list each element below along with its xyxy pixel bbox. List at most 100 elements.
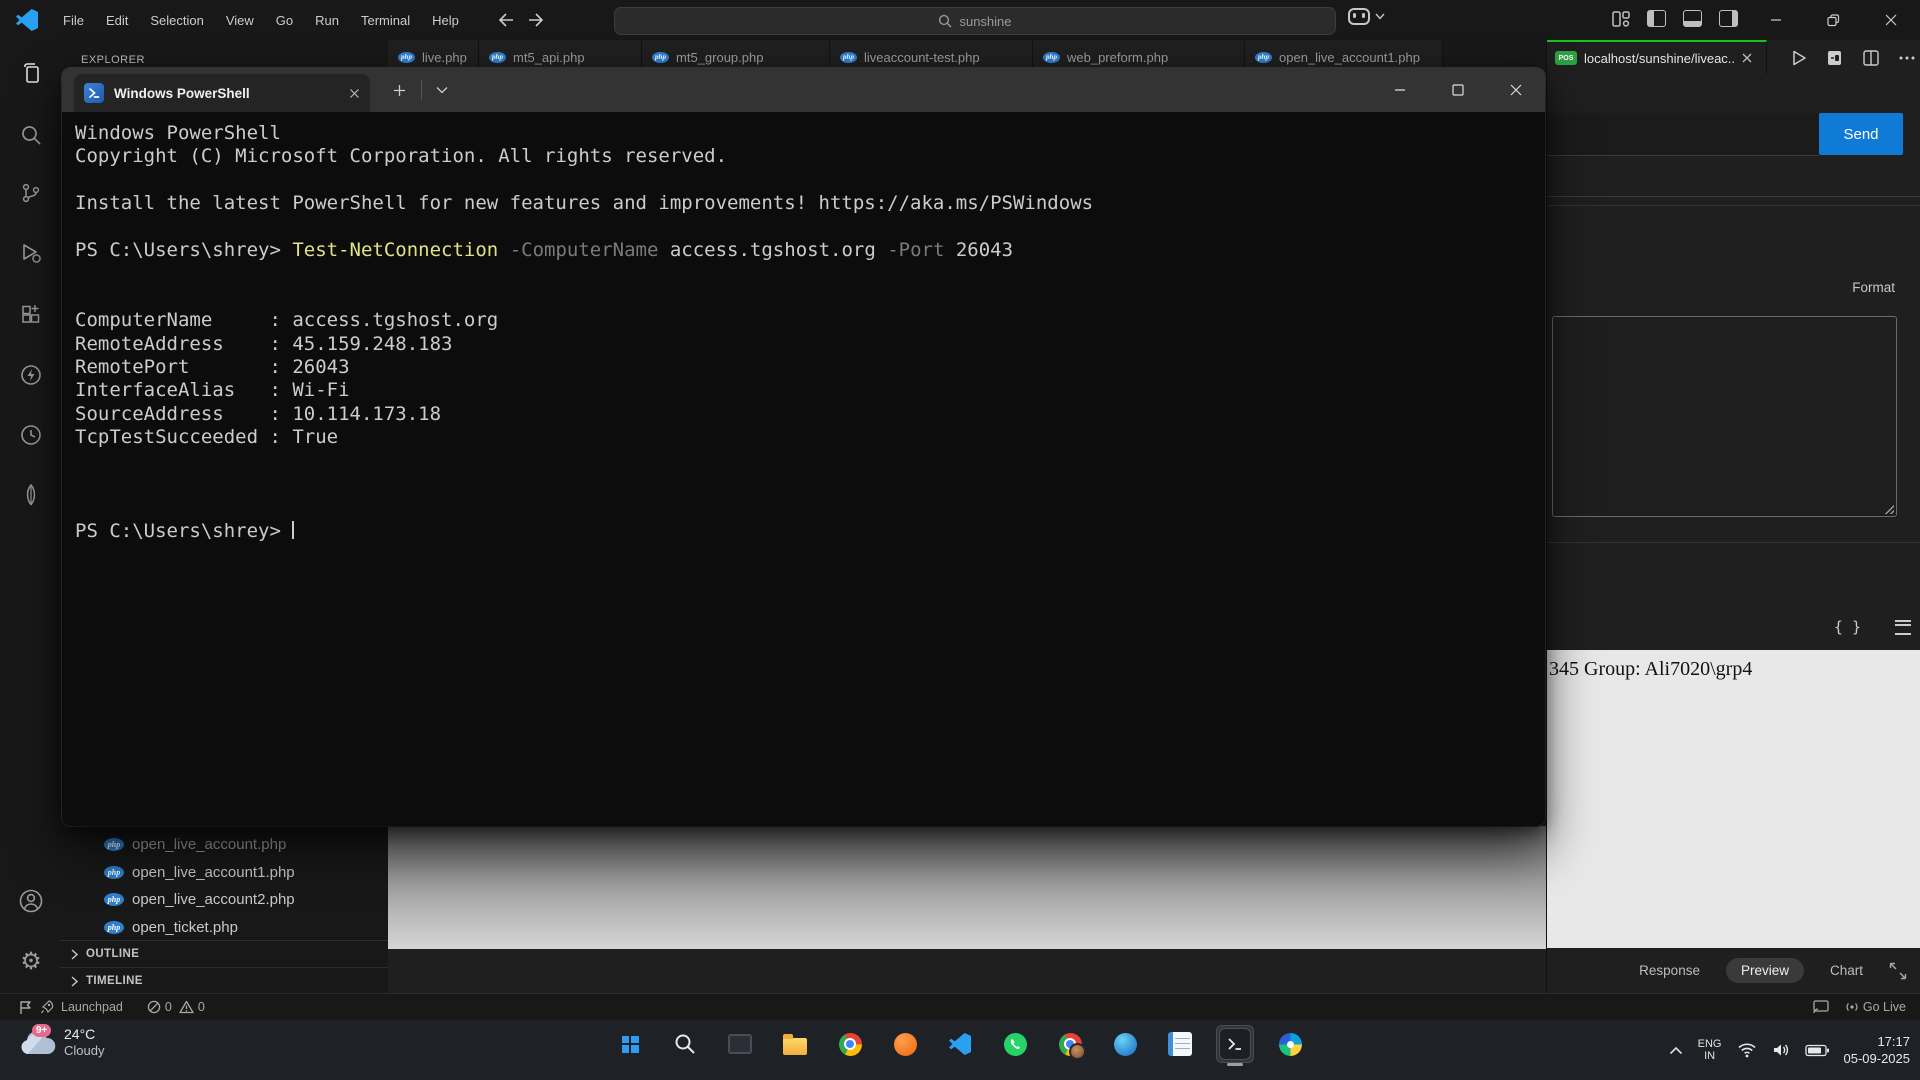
taskbar-search-button[interactable] bbox=[666, 1025, 704, 1063]
format-label[interactable]: Format bbox=[1852, 280, 1895, 295]
terminal-maximize-button[interactable] bbox=[1435, 68, 1481, 112]
split-editor-icon[interactable] bbox=[1863, 50, 1879, 66]
problems-errors[interactable]: 0 bbox=[147, 1000, 172, 1014]
warning-icon bbox=[179, 1000, 194, 1014]
response-tab[interactable]: Response bbox=[1639, 963, 1700, 978]
problems-warnings[interactable]: 0 bbox=[179, 1000, 205, 1014]
rocket-icon bbox=[40, 1000, 54, 1014]
mongodb-icon[interactable] bbox=[18, 482, 44, 508]
timeline-section[interactable]: TIMELINE bbox=[60, 967, 388, 994]
extensions-icon[interactable] bbox=[18, 302, 44, 328]
taskbar-start-button[interactable] bbox=[611, 1025, 649, 1063]
menu-edit[interactable]: Edit bbox=[95, 0, 139, 40]
file-row[interactable]: php open_ticket.php bbox=[60, 913, 388, 941]
file-label: open_live_account2.php bbox=[132, 891, 295, 908]
braces-json-icon[interactable]: { } bbox=[1834, 618, 1861, 636]
windows-taskbar: 9+ 24°C Cloudy ENG IN bbox=[0, 1020, 1920, 1080]
new-tab-icon[interactable] bbox=[385, 76, 413, 104]
menu-view[interactable]: View bbox=[215, 0, 265, 40]
copilot-menu[interactable] bbox=[1348, 8, 1385, 25]
forward-arrow-icon[interactable] bbox=[528, 13, 544, 27]
taskbar-whatsapp-button[interactable] bbox=[996, 1025, 1034, 1063]
wifi-icon[interactable] bbox=[1737, 1042, 1757, 1058]
battery-icon[interactable] bbox=[1805, 1044, 1829, 1057]
terminal-line bbox=[75, 262, 1545, 285]
taskbar-chrome-button[interactable] bbox=[831, 1025, 869, 1063]
menu-go[interactable]: Go bbox=[265, 0, 304, 40]
source-control-icon[interactable] bbox=[18, 180, 44, 206]
terminal-line bbox=[75, 497, 1545, 520]
volume-icon[interactable] bbox=[1772, 1042, 1790, 1058]
settings-gear-icon[interactable]: ⚙ bbox=[18, 948, 44, 974]
window-minimize-button[interactable] bbox=[1753, 0, 1799, 40]
taskbar-blue-app-button[interactable] bbox=[1106, 1025, 1144, 1063]
menu-run[interactable]: Run bbox=[304, 0, 350, 40]
run-debug-icon[interactable] bbox=[18, 240, 44, 266]
terminal-output[interactable]: Windows PowerShellCopyright (C) Microsof… bbox=[62, 112, 1545, 826]
taskbar-colorful-app-button[interactable] bbox=[1271, 1025, 1309, 1063]
explorer-icon[interactable] bbox=[18, 60, 44, 86]
taskbar-notepad-button[interactable] bbox=[1161, 1025, 1199, 1063]
back-arrow-icon[interactable] bbox=[498, 13, 514, 27]
section-label: TIMELINE bbox=[86, 975, 143, 987]
customize-layout-icon[interactable] bbox=[1612, 11, 1630, 27]
resize-handle[interactable] bbox=[1883, 503, 1894, 514]
tab-dropdown-icon[interactable] bbox=[428, 76, 456, 104]
taskbar-task-view-button[interactable] bbox=[721, 1025, 759, 1063]
tray-clock[interactable]: 17:17 05-09-2025 bbox=[1844, 1033, 1911, 1067]
rest-request-tab[interactable]: POS localhost/sunshine/liveac.. bbox=[1547, 40, 1767, 74]
history-clock-icon[interactable] bbox=[18, 422, 44, 448]
php-icon: php bbox=[398, 52, 415, 63]
tab-label: mt5_group.php bbox=[676, 50, 763, 65]
tab-close-icon[interactable] bbox=[349, 88, 360, 99]
toggle-secondary-sidebar-icon[interactable] bbox=[1719, 10, 1738, 27]
taskbar-chrome-profile-button[interactable] bbox=[1051, 1025, 1089, 1063]
file-row[interactable]: php open_live_account1.php bbox=[60, 858, 388, 886]
menu-lines-icon[interactable] bbox=[1895, 620, 1911, 635]
terminal-line: Copyright (C) Microsoft Corporation. All… bbox=[75, 145, 1545, 168]
menu-selection[interactable]: Selection bbox=[139, 0, 214, 40]
search-icon bbox=[674, 1033, 696, 1055]
more-actions-icon[interactable] bbox=[1899, 56, 1915, 60]
expand-diagonal-icon[interactable] bbox=[1889, 962, 1907, 980]
terminal-titlebar[interactable]: Windows PowerShell bbox=[62, 68, 1545, 112]
thunder-client-icon[interactable] bbox=[18, 362, 44, 388]
launchpad-flag-icon bbox=[18, 1000, 33, 1015]
file-row[interactable]: php open_live_account.php bbox=[60, 830, 388, 858]
tray-chevron-up-icon[interactable] bbox=[1669, 1046, 1683, 1055]
window-restore-button[interactable] bbox=[1810, 0, 1856, 40]
menu-terminal[interactable]: Terminal bbox=[350, 0, 421, 40]
go-live-button[interactable]: Go Live bbox=[1845, 1000, 1906, 1014]
preview-tab[interactable]: Preview bbox=[1726, 958, 1804, 983]
toggle-primary-sidebar-icon[interactable] bbox=[1647, 10, 1666, 27]
run-icon[interactable] bbox=[1792, 50, 1807, 66]
search-command-center[interactable]: sunshine bbox=[614, 7, 1336, 35]
url-input[interactable] bbox=[1547, 113, 1819, 156]
cast-screen-icon[interactable] bbox=[1813, 1000, 1829, 1014]
taskbar-terminal-button[interactable] bbox=[1216, 1025, 1254, 1063]
menu-help[interactable]: Help bbox=[421, 0, 470, 40]
request-body-textarea[interactable] bbox=[1552, 316, 1897, 517]
outline-section[interactable]: OUTLINE bbox=[60, 940, 388, 967]
window-close-button[interactable] bbox=[1868, 0, 1914, 40]
search-sidebar-icon[interactable] bbox=[18, 122, 44, 148]
taskbar-file-explorer-button[interactable] bbox=[776, 1025, 814, 1063]
terminal-tab[interactable]: Windows PowerShell bbox=[74, 74, 370, 112]
terminal-minimize-button[interactable] bbox=[1377, 68, 1423, 112]
send-button[interactable]: Send bbox=[1819, 113, 1903, 155]
launchpad-label[interactable]: Launchpad bbox=[61, 1000, 123, 1014]
taskbar-vscode-button[interactable] bbox=[941, 1025, 979, 1063]
chart-tab[interactable]: Chart bbox=[1830, 963, 1863, 978]
terminal-close-button[interactable] bbox=[1493, 68, 1539, 112]
tab-label: live.php bbox=[422, 50, 467, 65]
toggle-panel-icon[interactable] bbox=[1683, 10, 1702, 27]
account-icon[interactable] bbox=[18, 888, 44, 914]
open-in-editor-icon[interactable] bbox=[1827, 50, 1843, 66]
taskbar-xampp-button[interactable] bbox=[886, 1025, 924, 1063]
language-indicator[interactable]: ENG IN bbox=[1698, 1038, 1722, 1062]
file-row[interactable]: php open_live_account2.php bbox=[60, 885, 388, 913]
close-icon[interactable] bbox=[1742, 53, 1752, 63]
menu-file[interactable]: File bbox=[52, 0, 95, 40]
rest-tab-label: localhost/sunshine/liveac.. bbox=[1584, 51, 1735, 66]
powershell-window: Windows PowerShell Windows PowerShellCop… bbox=[62, 68, 1545, 826]
